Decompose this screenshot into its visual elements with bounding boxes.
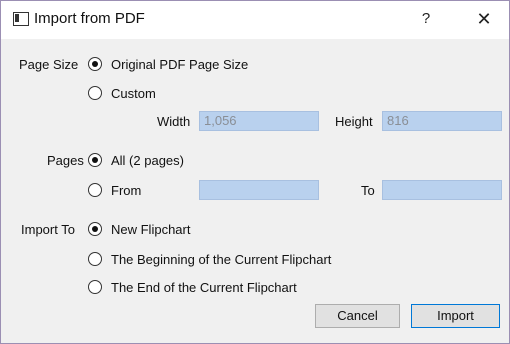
import-to-label: Import To bbox=[21, 222, 75, 237]
height-label: Height bbox=[335, 114, 373, 129]
import-from-pdf-dialog: Import from PDF ? ✕ Page Size Original P… bbox=[0, 0, 510, 344]
end-flipchart-radio[interactable] bbox=[88, 280, 102, 294]
to-label: To bbox=[361, 183, 375, 198]
width-label: Width bbox=[157, 114, 191, 129]
app-window-icon bbox=[13, 12, 29, 26]
from-page-field[interactable] bbox=[199, 180, 319, 200]
all-pages-radio[interactable] bbox=[88, 153, 102, 167]
cancel-button[interactable]: Cancel bbox=[315, 304, 400, 328]
original-size-label[interactable]: Original PDF Page Size bbox=[111, 57, 248, 72]
dialog-title: Import from PDF bbox=[34, 10, 145, 27]
height-field[interactable]: 816 bbox=[382, 111, 502, 131]
from-pages-label[interactable]: From bbox=[111, 183, 141, 198]
import-button[interactable]: Import bbox=[411, 304, 500, 328]
new-flipchart-radio[interactable] bbox=[88, 222, 102, 236]
page-size-label: Page Size bbox=[19, 57, 79, 72]
pages-label: Pages bbox=[47, 153, 84, 168]
new-flipchart-label[interactable]: New Flipchart bbox=[111, 222, 190, 237]
beginning-flipchart-radio[interactable] bbox=[88, 252, 102, 266]
to-page-field[interactable] bbox=[382, 180, 502, 200]
all-pages-label[interactable]: All (2 pages) bbox=[111, 153, 184, 168]
custom-size-label[interactable]: Custom bbox=[111, 86, 156, 101]
title-bar: Import from PDF ? ✕ bbox=[1, 1, 509, 39]
original-size-radio[interactable] bbox=[88, 57, 102, 71]
beginning-flipchart-label[interactable]: The Beginning of the Current Flipchart bbox=[111, 252, 331, 267]
end-flipchart-label[interactable]: The End of the Current Flipchart bbox=[111, 280, 297, 295]
from-pages-radio[interactable] bbox=[88, 183, 102, 197]
close-button[interactable]: ✕ bbox=[471, 7, 497, 31]
help-button[interactable]: ? bbox=[415, 7, 437, 31]
custom-size-radio[interactable] bbox=[88, 86, 102, 100]
width-field[interactable]: 1,056 bbox=[199, 111, 319, 131]
